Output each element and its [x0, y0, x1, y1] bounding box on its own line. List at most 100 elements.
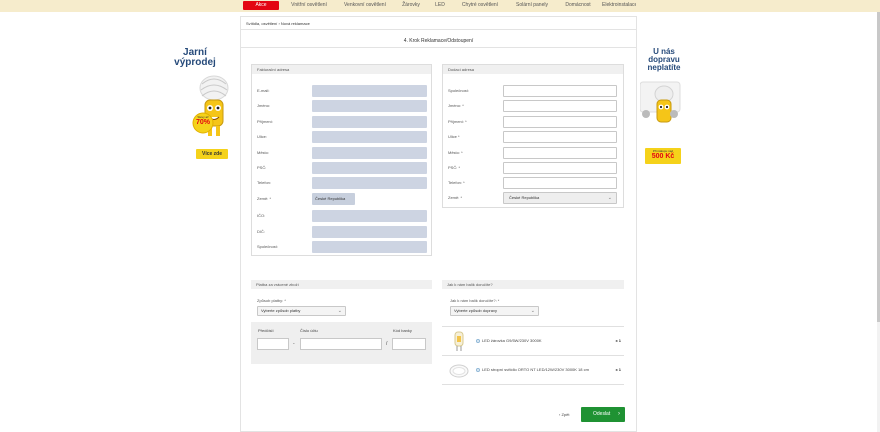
billing-phone-field[interactable]	[312, 177, 427, 189]
billing-email-label: E-mail:	[257, 88, 270, 93]
back-link[interactable]: ‹ Zpět	[559, 412, 569, 417]
shipping-firstname-row: Jméno: *	[443, 100, 623, 112]
account-prefix-label: Předčíslí	[258, 328, 274, 333]
shipping-zip-row: PSČ: *	[443, 162, 623, 174]
delivery-method-value: Vyberte způsob dopravy	[454, 308, 497, 313]
payment-method-label: Způsob platby: *	[257, 298, 286, 303]
shipping-country-value: České Republika	[509, 195, 540, 200]
free-shipping-badge-text-2: 500 Kč	[651, 153, 675, 160]
nav-item-bulbs[interactable]: Žárovky	[397, 1, 425, 10]
billing-dic-field[interactable]	[312, 226, 427, 238]
billing-dic-label: DIČ:	[257, 229, 265, 234]
billing-company-field[interactable]	[312, 241, 427, 253]
nav-item-electro[interactable]: Elektroinstalace	[602, 1, 636, 10]
shipping-lastname-row: Příjmení: *	[443, 116, 623, 128]
billing-country-select[interactable]: České Republika	[312, 193, 355, 205]
submit-button-label: Odeslat	[593, 411, 611, 417]
billing-ico-label: IČO:	[257, 213, 266, 218]
delivery-heading: Jak k nám balík doručíte?	[442, 280, 624, 289]
billing-ico-field[interactable]	[312, 210, 427, 222]
shipping-street-field[interactable]	[503, 131, 617, 143]
billing-zip-field[interactable]	[312, 162, 427, 174]
delivery-method-label: Jak k nám balík doručíte?: *	[450, 298, 500, 303]
delivery-method-select[interactable]: Vyberte způsob dopravy ⌄	[450, 306, 539, 316]
ceiling-light-image	[449, 364, 469, 378]
bank-account-box: Předčíslí Číslo účtu Kód banky - /	[251, 322, 432, 364]
shipping-zip-field[interactable]	[503, 162, 617, 174]
account-prefix-input[interactable]	[257, 338, 289, 350]
sale-badge-text-2: 70%	[195, 119, 210, 126]
billing-zip-label: PSČ:	[257, 165, 267, 170]
shipping-phone-label: Telefon: *	[448, 180, 465, 185]
billing-lastname-row: Příjmení:	[252, 116, 431, 128]
billing-city-field[interactable]	[312, 147, 427, 159]
more-here-button[interactable]: Více zde	[196, 149, 228, 159]
billing-street-field[interactable]	[312, 131, 427, 143]
shipping-city-row: Město: *	[443, 147, 623, 159]
billing-city-row: Město:	[252, 147, 431, 159]
billing-zip-row: PSČ:	[252, 162, 431, 174]
shipping-company-field[interactable]	[503, 85, 617, 97]
chevron-down-icon: ⌄	[530, 308, 535, 314]
billing-address-panel: Fakturační adresa E-mail: Jméno: Příjmen…	[251, 64, 432, 256]
billing-lastname-label: Příjmení:	[257, 119, 274, 124]
billing-email-row: E-mail:	[252, 85, 431, 97]
shipping-country-select[interactable]: České Republika ⌄	[503, 192, 617, 204]
shipping-city-label: Město: *	[448, 150, 463, 155]
billing-firstname-label: Jméno:	[257, 103, 271, 108]
product-quantity: x 1	[615, 338, 621, 343]
delivery-mascot-image	[640, 81, 681, 123]
product-divider	[442, 384, 624, 385]
top-navigation: Akce Vnitřní osvětlení Venkovní osvětlen…	[0, 0, 880, 12]
billing-firstname-field[interactable]	[312, 100, 427, 112]
shipping-phone-row: Telefon: *	[443, 177, 623, 189]
chevron-down-icon: ⌄	[337, 308, 342, 314]
billing-phone-row: Telefon:	[252, 177, 431, 189]
billing-firstname-row: Jméno:	[252, 100, 431, 112]
payment-heading: Platba za vrácené zboží	[251, 280, 432, 289]
billing-company-row: Společnost:	[252, 241, 431, 253]
bulb-mascot-image	[199, 75, 229, 136]
nav-item-outdoor-lighting[interactable]: Venkovní osvětlení	[339, 1, 391, 10]
product-divider	[442, 355, 624, 356]
led-bulb-g9-image	[454, 331, 464, 351]
bank-code-input[interactable]	[392, 338, 426, 350]
shipping-phone-field[interactable]	[503, 177, 617, 189]
breadcrumb[interactable]: Svítidla, osvětlení › Nová reklamace	[241, 17, 636, 30]
billing-ico-row: IČO:	[252, 210, 431, 222]
account-number-input[interactable]	[300, 338, 382, 350]
billing-lastname-field[interactable]	[312, 116, 427, 128]
shipping-address-panel: Dodací adresa Společnost: Jméno: * Příjm…	[442, 64, 624, 208]
page-title: 4. Krok Reklamace/Odstoupení	[241, 34, 636, 48]
account-number-label: Číslo účtu	[300, 328, 318, 333]
nav-item-household[interactable]: Domácnost	[560, 1, 596, 10]
shipping-firstname-field[interactable]	[503, 100, 617, 112]
billing-city-label: Město:	[257, 150, 270, 155]
billing-email-field[interactable]	[312, 85, 427, 97]
shipping-firstname-label: Jméno: *	[448, 103, 464, 108]
shipping-company-row: Společnost:	[443, 85, 623, 97]
billing-country-row: Země: * České Republika	[252, 193, 431, 205]
product-row[interactable]: LED stropní svítidlo ORTO NT LED/12W/230…	[442, 357, 624, 383]
chevron-down-icon: ⌄	[607, 195, 612, 201]
nav-item-indoor-lighting[interactable]: Vnitřní osvětlení	[285, 1, 333, 10]
nav-item-smart-lighting[interactable]: Chytré osvětlení	[456, 1, 504, 10]
billing-street-row: Ulice:	[252, 131, 431, 143]
nav-item-solar-panels[interactable]: Solární panely	[510, 1, 554, 10]
billing-country-label: Země: *	[257, 196, 272, 201]
nav-item-akce[interactable]: Akce	[243, 1, 279, 10]
shipping-lastname-field[interactable]	[503, 116, 617, 128]
product-row[interactable]: LED žárovka G9/5W/230V 3000K x 1	[442, 328, 624, 354]
shipping-country-row: Země: * České Republika ⌄	[443, 192, 623, 204]
billing-phone-label: Telefon:	[257, 180, 272, 185]
shipping-zip-label: PSČ: *	[448, 165, 461, 170]
payment-method-select[interactable]: Vyberte způsob platby ⌄	[257, 306, 346, 316]
shipping-city-field[interactable]	[503, 147, 617, 159]
product-select-radio[interactable]	[476, 368, 480, 372]
left-banner-title-2: výprodej	[174, 57, 216, 68]
shipping-street-row: Ulice *	[443, 131, 623, 143]
shipping-address-heading: Dodací adresa	[443, 65, 623, 74]
submit-button[interactable]: Odeslat ›	[581, 407, 625, 422]
nav-item-led[interactable]: LED	[431, 1, 449, 10]
product-select-radio[interactable]	[476, 339, 480, 343]
